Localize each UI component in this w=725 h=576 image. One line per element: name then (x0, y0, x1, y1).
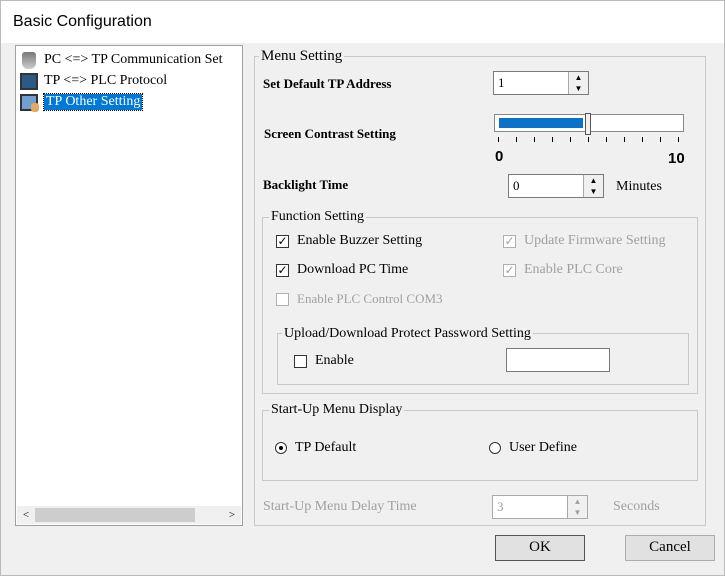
window-title: Basic Configuration (1, 1, 724, 43)
ok-button[interactable]: OK (495, 535, 585, 561)
contrast-tick (552, 137, 553, 142)
scroll-left-icon[interactable]: < (17, 509, 35, 521)
enable-buzzer-checkbox[interactable]: ✓ Enable Buzzer Setting (276, 233, 422, 249)
startup-menu-title: Start-Up Menu Display (269, 402, 405, 418)
tp-address-spinner[interactable]: 1 ▲ ▼ (493, 71, 589, 95)
contrast-ticks (498, 137, 682, 143)
contrast-slider-thumb[interactable] (585, 113, 591, 135)
password-group-title: Upload/Download Protect Password Setting (282, 326, 533, 342)
contrast-tick (642, 137, 643, 142)
backlight-label: Backlight Time (263, 177, 349, 192)
function-setting-title: Function Setting (269, 209, 366, 225)
scrollbar-thumb[interactable] (35, 508, 195, 522)
contrast-slider-fill (499, 118, 583, 128)
pc-connection-icon (22, 51, 36, 69)
tree-horizontal-scrollbar[interactable]: < > (17, 506, 241, 524)
password-input[interactable] (506, 348, 610, 372)
tree-item-pc-tp-communication[interactable]: PC <=> TP Communication Set (20, 50, 222, 70)
menu-setting-title: Menu Setting (259, 48, 345, 65)
plc-protocol-icon (20, 72, 38, 90)
enable-plc-core-checkbox[interactable]: ✓ Enable PLC Core (503, 262, 623, 278)
spin-up-down-icon[interactable]: ▲ ▼ (583, 175, 603, 197)
tp-default-radio[interactable]: TP Default (275, 440, 356, 456)
tree-item-tp-plc-protocol[interactable]: TP <=> PLC Protocol (20, 71, 167, 91)
password-enable-checkbox[interactable]: Enable (294, 353, 354, 369)
delay-time-label: Start-Up Menu Delay Time (263, 499, 417, 514)
backlight-unit: Minutes (616, 179, 662, 194)
contrast-tick (678, 137, 679, 142)
tp-address-label: Set Default TP Address (263, 76, 392, 91)
spin-up-down-icon[interactable]: ▲ ▼ (568, 72, 588, 94)
contrast-min-label: 0 (495, 148, 504, 165)
contrast-label: Screen Contrast Setting (264, 126, 396, 141)
contrast-tick (534, 137, 535, 142)
cancel-button[interactable]: Cancel (625, 535, 715, 561)
download-pc-time-checkbox[interactable]: ✓ Download PC Time (276, 262, 408, 278)
contrast-tick (606, 137, 607, 142)
contrast-tick (660, 137, 661, 142)
settings-tree: PC <=> TP Communication Set TP <=> PLC P… (15, 45, 243, 526)
contrast-max-label: 10 (668, 150, 685, 167)
delay-time-spinner[interactable]: 3 ▲ ▼ (492, 495, 588, 519)
contrast-slider[interactable] (494, 113, 684, 135)
scroll-right-icon[interactable]: > (223, 509, 241, 521)
touch-screen-icon (20, 93, 39, 112)
delay-time-unit: Seconds (613, 499, 660, 514)
update-firmware-checkbox[interactable]: ✓ Update Firmware Setting (503, 233, 666, 249)
backlight-spinner[interactable]: 0 ▲ ▼ (508, 174, 604, 198)
enable-plc-com3-checkbox[interactable]: Enable PLC Control COM3 (276, 291, 443, 307)
contrast-tick (498, 137, 499, 142)
user-define-radio[interactable]: User Define (489, 440, 577, 456)
contrast-tick (516, 137, 517, 142)
contrast-tick (588, 137, 589, 142)
contrast-tick (570, 137, 571, 142)
tree-item-tp-other-setting[interactable]: TP Other Setting (20, 92, 144, 112)
spin-up-down-icon[interactable]: ▲ ▼ (567, 496, 587, 518)
basic-configuration-dialog: Basic Configuration PC <=> TP Communicat… (0, 0, 725, 576)
contrast-tick (624, 137, 625, 142)
